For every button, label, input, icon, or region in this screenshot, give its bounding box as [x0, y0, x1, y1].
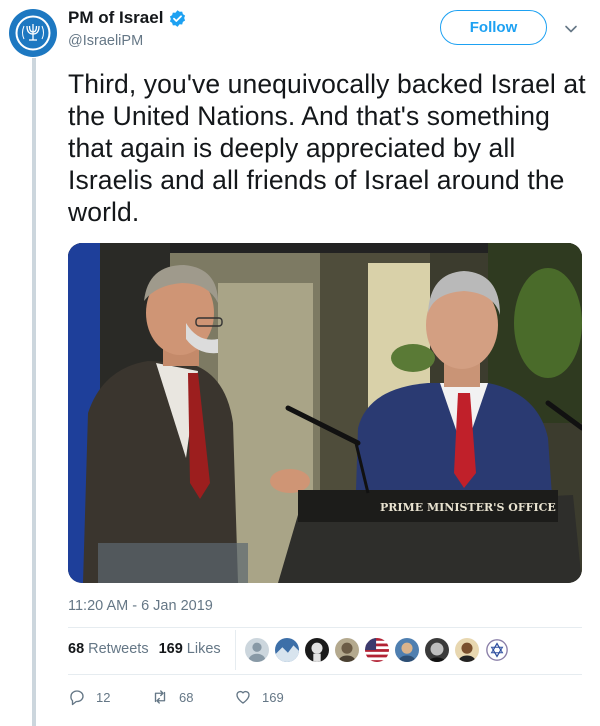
liker-avatar[interactable]	[484, 637, 510, 663]
display-name[interactable]: PM of Israel	[68, 8, 163, 28]
emblem-of-israel-icon	[14, 14, 52, 52]
tweet-photo[interactable]: PRIME MINISTER'S OFFICE	[68, 243, 582, 583]
divider	[68, 674, 582, 675]
like-count: 169	[262, 689, 284, 705]
liker-avatar[interactable]	[424, 637, 450, 663]
chevron-down-icon[interactable]	[564, 22, 578, 36]
follow-button[interactable]: Follow	[440, 10, 547, 45]
verified-badge-icon	[170, 9, 186, 27]
liker-avatar[interactable]	[364, 637, 390, 663]
reply-icon	[70, 690, 84, 706]
retweet-icon	[154, 690, 166, 704]
like-button[interactable]: 169	[234, 688, 317, 706]
liker-avatar[interactable]	[274, 637, 300, 663]
retweets-label[interactable]: Retweets	[88, 641, 148, 657]
retweet-button[interactable]: 68	[151, 688, 234, 706]
likes-label[interactable]: Likes	[187, 641, 221, 657]
liker-avatar[interactable]	[454, 637, 480, 663]
reply-count: 12	[96, 689, 111, 705]
tweet-text: Third, you've unequivocally backed Israe…	[68, 69, 586, 227]
user-handle[interactable]: @IsraeliPM	[68, 33, 143, 49]
liker-avatar[interactable]	[394, 637, 420, 663]
podium-sign-text: PRIME MINISTER'S OFFICE	[380, 501, 556, 514]
liker-avatar[interactable]	[304, 637, 330, 663]
avatar[interactable]	[9, 9, 57, 57]
liker-avatar[interactable]	[244, 637, 270, 663]
liker-avatar[interactable]	[334, 637, 360, 663]
liker-avatars	[244, 637, 514, 663]
reply-button[interactable]: 12	[68, 688, 151, 706]
stats-separator	[235, 630, 236, 670]
likes-count[interactable]: 169	[159, 641, 183, 657]
divider	[68, 627, 582, 628]
retweet-count: 68	[179, 689, 194, 705]
heart-icon	[236, 690, 250, 704]
retweets-count[interactable]: 68	[68, 641, 84, 657]
tweet-timestamp[interactable]: 11:20 AM - 6 Jan 2019	[68, 598, 213, 614]
thread-line	[32, 58, 36, 726]
